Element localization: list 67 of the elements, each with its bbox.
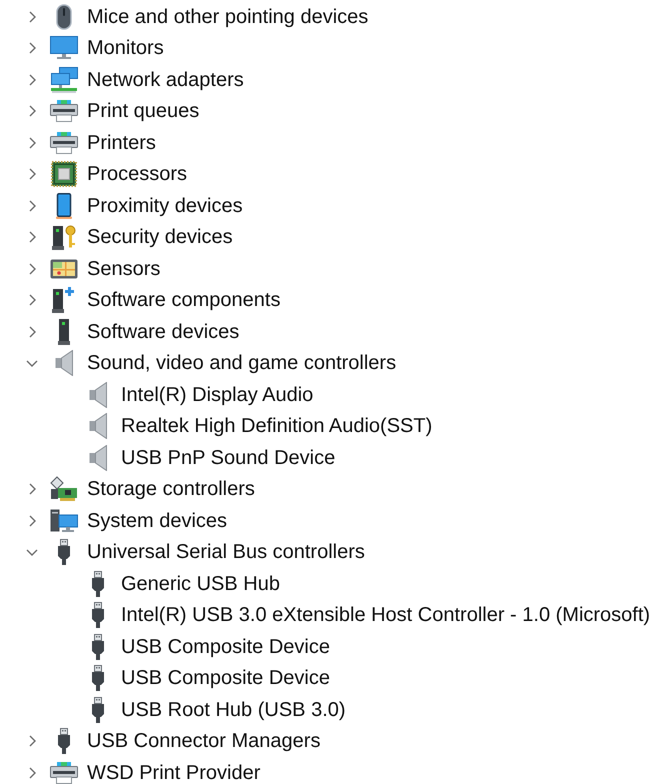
chevron-right-icon[interactable] [28, 168, 36, 180]
map-icon [50, 258, 78, 279]
category-item[interactable]: Monitors [87, 36, 164, 60]
category-item[interactable]: Print queues [87, 99, 200, 124]
smartphone-icon [56, 192, 72, 219]
monitor-icon [50, 36, 78, 60]
chevron-right-icon[interactable] [28, 326, 36, 338]
chevron-right-icon[interactable] [28, 200, 36, 212]
category-item[interactable]: Storage controllers [87, 477, 255, 502]
category-item[interactable]: Universal Serial Bus controllers [87, 540, 365, 564]
device-item[interactable]: USB Root Hub (USB 3.0) [121, 698, 346, 722]
tower-icon [58, 318, 70, 345]
chevron-down-icon[interactable] [26, 360, 38, 367]
chevron-right-icon[interactable] [28, 766, 36, 779]
category-item[interactable]: Mice and other pointing devices [87, 4, 368, 29]
chevron-right-icon[interactable] [28, 10, 36, 23]
category-item[interactable]: Sound, video and game controllers [87, 351, 396, 376]
processor-chip-icon [51, 161, 77, 188]
computer-icon [50, 508, 78, 533]
device-item[interactable]: USB PnP Sound Device [121, 446, 336, 470]
device-item[interactable]: Intel(R) Display Audio [121, 382, 314, 407]
device-item[interactable]: Realtek High Definition Audio(SST) [121, 414, 432, 438]
category-item[interactable]: Printers [87, 130, 156, 155]
device-item[interactable]: USB Composite Device [121, 666, 330, 690]
chevron-right-icon[interactable] [28, 483, 36, 496]
chevron-right-icon[interactable] [28, 231, 36, 244]
category-item[interactable]: Software components [87, 288, 280, 312]
device-item[interactable]: Intel(R) USB 3.0 eXtensible Host Controller - 1.0 (Microsoft) [121, 603, 650, 628]
category-item[interactable]: Software devices [87, 320, 240, 344]
chevron-right-icon[interactable] [28, 735, 36, 748]
chevron-right-icon[interactable] [28, 74, 36, 86]
category-item[interactable]: USB Connector Managers [87, 729, 320, 754]
chevron-right-icon[interactable] [28, 294, 36, 306]
device-item[interactable]: Generic USB Hub [121, 572, 280, 596]
usb-plug-icon [91, 570, 105, 597]
usb-plug-icon [91, 634, 105, 660]
mouse-icon [56, 4, 72, 30]
usb-plug-icon [57, 539, 71, 566]
printer-icon [50, 762, 78, 784]
speaker-icon [89, 444, 107, 471]
category-item[interactable]: System devices [87, 508, 228, 533]
usb-plug-icon [57, 728, 71, 754]
category-item[interactable]: WSD Print Provider [87, 760, 260, 784]
usb-plug-icon [91, 696, 105, 723]
expansion-card-icon [50, 476, 78, 502]
category-item[interactable]: Proximity devices [87, 194, 243, 218]
printer-icon [50, 132, 78, 154]
networked-monitors-icon [50, 66, 78, 93]
chevron-down-icon[interactable] [26, 548, 38, 556]
chevron-right-icon[interactable] [28, 514, 36, 527]
category-item[interactable]: Sensors [87, 256, 160, 281]
tower-key-icon [51, 224, 77, 250]
device-item[interactable]: USB Composite Device [121, 634, 330, 659]
chevron-right-icon[interactable] [28, 136, 36, 149]
printer-icon [50, 100, 78, 122]
usb-plug-icon [91, 665, 105, 692]
chevron-right-icon[interactable] [28, 42, 36, 54]
speaker-icon [89, 413, 107, 440]
category-item[interactable]: Network adapters [87, 68, 244, 92]
speaker-icon [89, 382, 107, 408]
chevron-right-icon[interactable] [28, 105, 36, 118]
tower-puzzle-icon [52, 287, 76, 314]
category-item[interactable]: Security devices [87, 225, 233, 250]
usb-plug-icon [91, 602, 105, 628]
category-item[interactable]: Processors [87, 162, 188, 186]
speaker-icon [55, 350, 73, 376]
chevron-right-icon[interactable] [28, 262, 36, 275]
